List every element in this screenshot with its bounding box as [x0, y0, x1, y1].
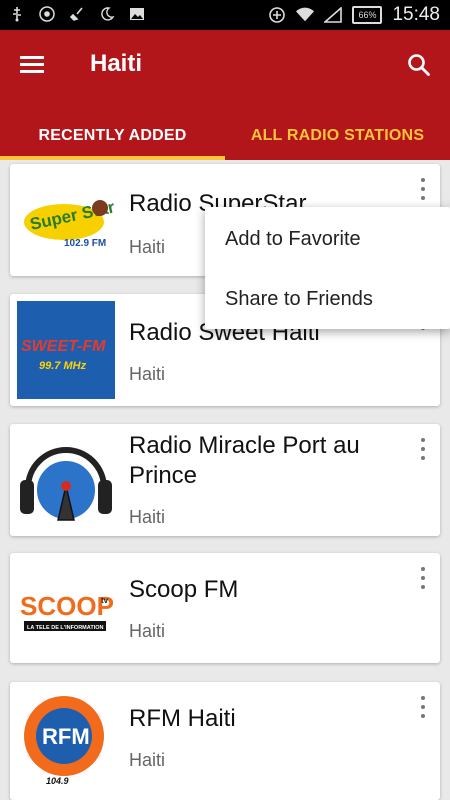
station-country: Haiti [129, 364, 166, 384]
logo-subtext: 99.7 MHz [39, 360, 87, 372]
chrome-icon [38, 5, 56, 23]
station-card[interactable]: RFM 104.9 RFM Haiti Haiti [10, 682, 440, 800]
station-card[interactable]: Radio Miracle Port au Prince Haiti [10, 424, 440, 536]
logo-text: SCOOP [20, 591, 114, 621]
app-bar: Haiti RECENTLY ADDED ALL RADIO STATIONS [0, 30, 450, 160]
logo-text: SWEET-FM [21, 338, 106, 355]
station-logo: Super Star 102.9 FM [16, 170, 116, 270]
image-icon [128, 5, 146, 23]
station-name: Radio Miracle Port au Prince [129, 432, 360, 489]
signal-icon [324, 6, 343, 24]
menu-item-add-to-favorite[interactable]: Add to Favorite [225, 228, 361, 251]
status-bar: 66% 15:48 [0, 0, 450, 30]
hamburger-menu-icon[interactable] [20, 52, 50, 78]
station-name: Scoop FM [129, 576, 239, 603]
logo-subtext: 102.9 FM [64, 238, 106, 249]
station-logo: SCOOP tv LA TELE DE L'INFORMATION [16, 559, 116, 659]
svg-text:tv: tv [101, 596, 109, 605]
broom-icon [68, 5, 86, 23]
station-logo: SWEET-FM 99.7 MHz [16, 300, 116, 400]
superstar-logo: Super Star 102.9 FM [24, 197, 116, 249]
battery-indicator: 66% [352, 6, 383, 24]
station-country: Haiti [129, 507, 166, 527]
tab-recently-added[interactable]: RECENTLY ADDED [0, 112, 225, 160]
station-logo [16, 430, 116, 530]
logo-text: RFM [42, 724, 90, 749]
station-name: RFM Haiti [129, 705, 236, 732]
tab-all-radio-stations[interactable]: ALL RADIO STATIONS [225, 112, 450, 160]
more-options-icon[interactable] [418, 567, 428, 589]
moon-icon [98, 5, 116, 23]
logo-subtext: 104.9 [46, 776, 69, 786]
tab-indicator [0, 156, 225, 160]
sweetfm-logo: SWEET-FM 99.7 MHz [17, 301, 115, 399]
station-country: Haiti [129, 237, 166, 257]
station-logo: RFM 104.9 [16, 688, 116, 788]
wifi-icon [296, 6, 315, 24]
headphones-globe-logo [20, 447, 112, 521]
clock: 15:48 [392, 4, 440, 25]
rfm-logo: RFM 104.9 [24, 696, 104, 786]
station-card[interactable]: SCOOP tv LA TELE DE L'INFORMATION Scoop … [10, 553, 440, 663]
scoopfm-logo: SCOOP tv LA TELE DE L'INFORMATION [20, 591, 114, 631]
more-options-icon[interactable] [418, 178, 428, 200]
tab-bar: RECENTLY ADDED ALL RADIO STATIONS [0, 112, 450, 160]
search-icon[interactable] [406, 52, 432, 78]
station-country: Haiti [129, 621, 166, 641]
page-title: Haiti [90, 50, 143, 77]
usb-icon [8, 5, 26, 23]
logo-subtext: LA TELE DE L'INFORMATION [27, 625, 103, 631]
station-country: Haiti [129, 750, 166, 770]
more-options-icon[interactable] [418, 438, 428, 460]
data-saver-icon [268, 6, 286, 24]
menu-item-share-to-friends[interactable]: Share to Friends [225, 288, 373, 311]
more-options-icon[interactable] [418, 696, 428, 718]
context-menu: Add to Favorite Share to Friends [205, 207, 450, 329]
